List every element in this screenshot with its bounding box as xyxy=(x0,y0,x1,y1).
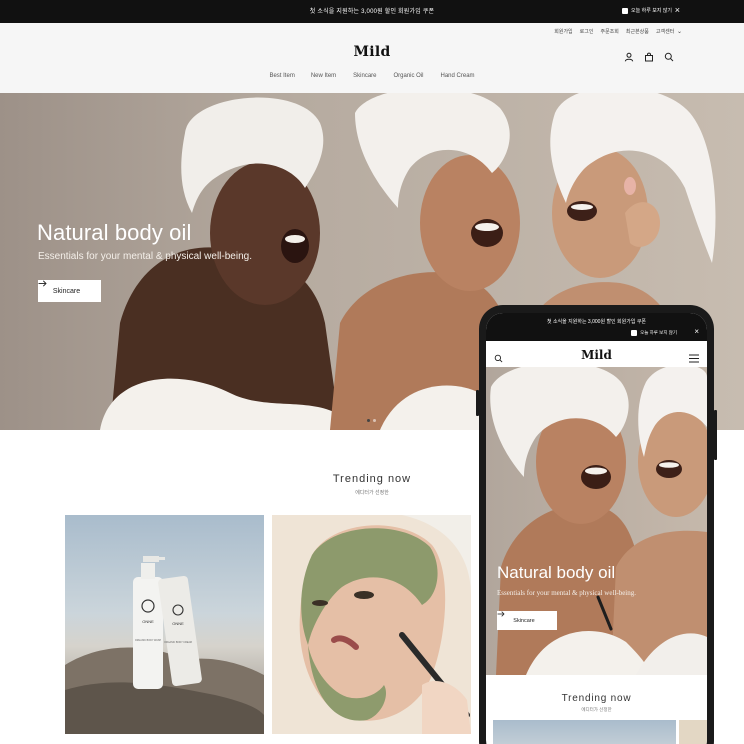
mobile-skincare-button[interactable]: Skincare xyxy=(497,611,557,630)
util-order-lookup[interactable]: 주문조회 xyxy=(600,28,618,35)
main-nav: Best Item New Item Skincare Organic Oil … xyxy=(0,73,744,79)
mobile-header: Mild xyxy=(486,341,707,367)
slide-dot[interactable] xyxy=(373,419,376,422)
site-header: 회원가입 로그인 주문조회 최근본상품 고객센터 ⌄ Mild Best Ite… xyxy=(0,23,744,93)
util-recent[interactable]: 최근본상품 xyxy=(626,28,649,35)
hero-title: Natural body oil xyxy=(37,220,192,245)
checkbox-icon[interactable] xyxy=(631,330,638,336)
utility-menu: 회원가입 로그인 주문조회 최근본상품 고객센터 ⌄ xyxy=(554,28,682,35)
phone-mockup: 첫 소식을 지원하는 3,000원 할인 회원가입 쿠폰 오늘 하루 보지 않기… xyxy=(479,305,714,744)
brand-mark: ONNE xyxy=(172,621,184,626)
search-icon[interactable] xyxy=(664,49,674,62)
close-icon[interactable]: × xyxy=(675,5,680,15)
nav-skincare[interactable]: Skincare xyxy=(353,73,376,79)
mobile-hero-banner[interactable]: Natural body oil Essentials for your men… xyxy=(486,367,707,675)
checkbox-icon[interactable] xyxy=(622,7,629,14)
util-support[interactable]: 고객센터 ⌄ xyxy=(656,28,682,35)
chevron-down-icon: ⌄ xyxy=(675,29,682,35)
mobile-trending-title: Trending now xyxy=(561,693,632,704)
nav-hand-cream[interactable]: Hand Cream xyxy=(441,73,475,79)
tube-label: ORGANIC BODY CREAM xyxy=(164,641,192,644)
product-card-body-wash[interactable]: ONNE ONNE ORGANIC BODY WASH ORGANIC BODY… xyxy=(65,515,264,734)
product-image xyxy=(299,515,471,734)
nav-organic-oil[interactable]: Organic Oil xyxy=(394,73,424,79)
hero-subtitle: Essentials for your mental & physical we… xyxy=(38,251,252,262)
mobile-promo-bar: 첫 소식을 지원하는 3,000원 할인 회원가입 쿠폰 오늘 하루 보지 않기… xyxy=(486,313,707,341)
promo-bar: 첫 소식을 지원하는 3,000원 할인 회원가입 쿠폰 오늘 하루 보지 않기… xyxy=(0,0,744,23)
nav-best-item[interactable]: Best Item xyxy=(269,73,294,79)
product-image: ONNE ONNE ORGANIC BODY WASH ORGANIC BODY… xyxy=(65,556,264,734)
header-icons xyxy=(624,49,674,62)
mobile-hero-subtitle: Essentials for your mental & physical we… xyxy=(497,589,636,597)
hide-today-toggle[interactable]: 오늘 하루 보지 않기 xyxy=(622,7,672,14)
nav-new-item[interactable]: New Item xyxy=(311,73,336,79)
hero-button-label: Skincare xyxy=(52,287,81,295)
mobile-button-label: Skincare xyxy=(513,617,535,624)
slide-indicator xyxy=(367,419,376,422)
mobile-trending-subtitle: 에디터가 선정한 xyxy=(581,707,612,712)
menu-icon[interactable] xyxy=(689,350,699,363)
phone-screen: 첫 소식을 지원하는 3,000원 할인 회원가입 쿠폰 오늘 하루 보지 않기… xyxy=(486,313,707,744)
util-signup[interactable]: 회원가입 xyxy=(554,28,572,35)
mobile-logo[interactable]: Mild xyxy=(486,348,707,362)
cart-icon[interactable] xyxy=(644,49,654,62)
brand-mark: ONNE xyxy=(142,619,154,624)
mobile-product-card[interactable] xyxy=(493,720,676,744)
mobile-hide-today-toggle[interactable]: 오늘 하루 보지 않기 xyxy=(631,330,677,336)
mobile-hero-title: Natural body oil xyxy=(497,563,616,582)
slide-dot[interactable] xyxy=(367,419,370,422)
phone-side-button xyxy=(714,410,717,460)
mobile-promo-text[interactable]: 첫 소식을 지원하는 3,000원 할인 회원가입 쿠폰 xyxy=(486,318,707,325)
close-icon[interactable]: × xyxy=(694,327,699,336)
util-login[interactable]: 로그인 xyxy=(580,28,594,35)
hide-today-label: 오늘 하루 보지 않기 xyxy=(631,8,672,14)
hero-skincare-button[interactable]: Skincare xyxy=(38,280,101,302)
user-icon[interactable] xyxy=(624,49,634,62)
mobile-hide-today-label: 오늘 하루 보지 않기 xyxy=(640,330,677,335)
mobile-product-card[interactable] xyxy=(679,720,707,744)
bottle-label: ORGANIC BODY WASH xyxy=(135,639,162,642)
product-card-clay-mask[interactable] xyxy=(272,515,471,734)
